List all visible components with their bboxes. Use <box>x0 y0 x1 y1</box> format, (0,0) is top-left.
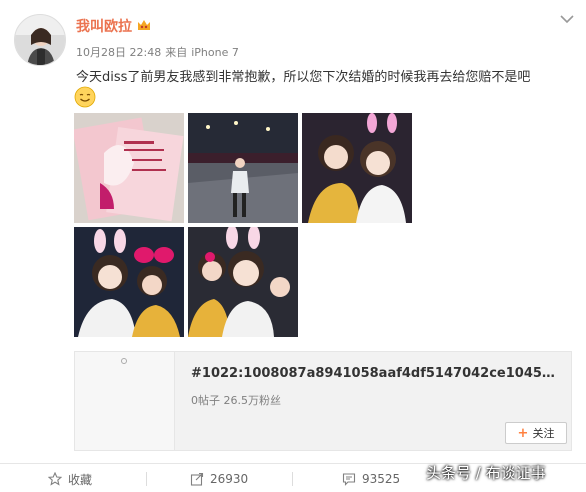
repost-button[interactable]: 26930 <box>190 470 248 488</box>
action-divider <box>292 472 293 486</box>
comment-button[interactable]: 93525 <box>342 470 400 488</box>
follow-label: 关注 <box>532 427 555 440</box>
post-photo-4[interactable] <box>74 227 184 337</box>
follow-button[interactable]: + 关注 <box>505 422 567 444</box>
repost-count: 26930 <box>210 472 249 486</box>
favorite-label: 收藏 <box>68 472 93 487</box>
topic-title[interactable]: #1022:1008087a8941058aaf4df5147042ce1045… <box>191 366 561 381</box>
post-photo-1[interactable] <box>74 113 184 223</box>
avatar[interactable] <box>14 14 66 66</box>
username[interactable]: 我叫欧拉 <box>76 16 132 36</box>
post-photo-3[interactable] <box>302 113 412 223</box>
post-meta: 10月28日 22:48 来自 iPhone 7 <box>76 44 243 60</box>
watermark: 头条号 / 布谈证事 <box>426 464 546 482</box>
star-icon <box>48 472 62 486</box>
comment-icon <box>342 473 356 486</box>
post-date[interactable]: 10月28日 22:48 <box>76 46 161 59</box>
post-photo-5[interactable] <box>188 227 298 337</box>
action-divider <box>146 472 147 486</box>
topic-card[interactable]: #1022:1008087a8941058aaf4df5147042ce1045… <box>74 351 572 451</box>
topic-stats: 0帖子 26.5万粉丝 <box>191 394 281 407</box>
smile-emoji-icon <box>74 86 96 108</box>
crown-badge-icon[interactable] <box>136 18 152 32</box>
chevron-down-icon[interactable] <box>560 14 574 24</box>
post-device[interactable]: iPhone 7 <box>191 46 239 59</box>
weibo-post-card: 我叫欧拉 10月28日 22:48 来自 iPhone 7 今天diss了前男友我感… <box>0 0 586 492</box>
post-photo-2[interactable] <box>188 113 298 223</box>
topic-thumbnail <box>75 352 175 450</box>
share-icon <box>190 472 204 486</box>
placeholder-dot-icon <box>121 358 127 364</box>
comment-count: 93525 <box>362 472 401 486</box>
source-prefix: 来自 <box>165 46 188 59</box>
post-text: 今天diss了前男友我感到非常抱歉，所以您下次结婚的时候我再去给您赔不是吧 <box>76 70 531 85</box>
favorite-button[interactable]: 收藏 <box>48 470 92 488</box>
plus-icon: + <box>517 425 529 441</box>
